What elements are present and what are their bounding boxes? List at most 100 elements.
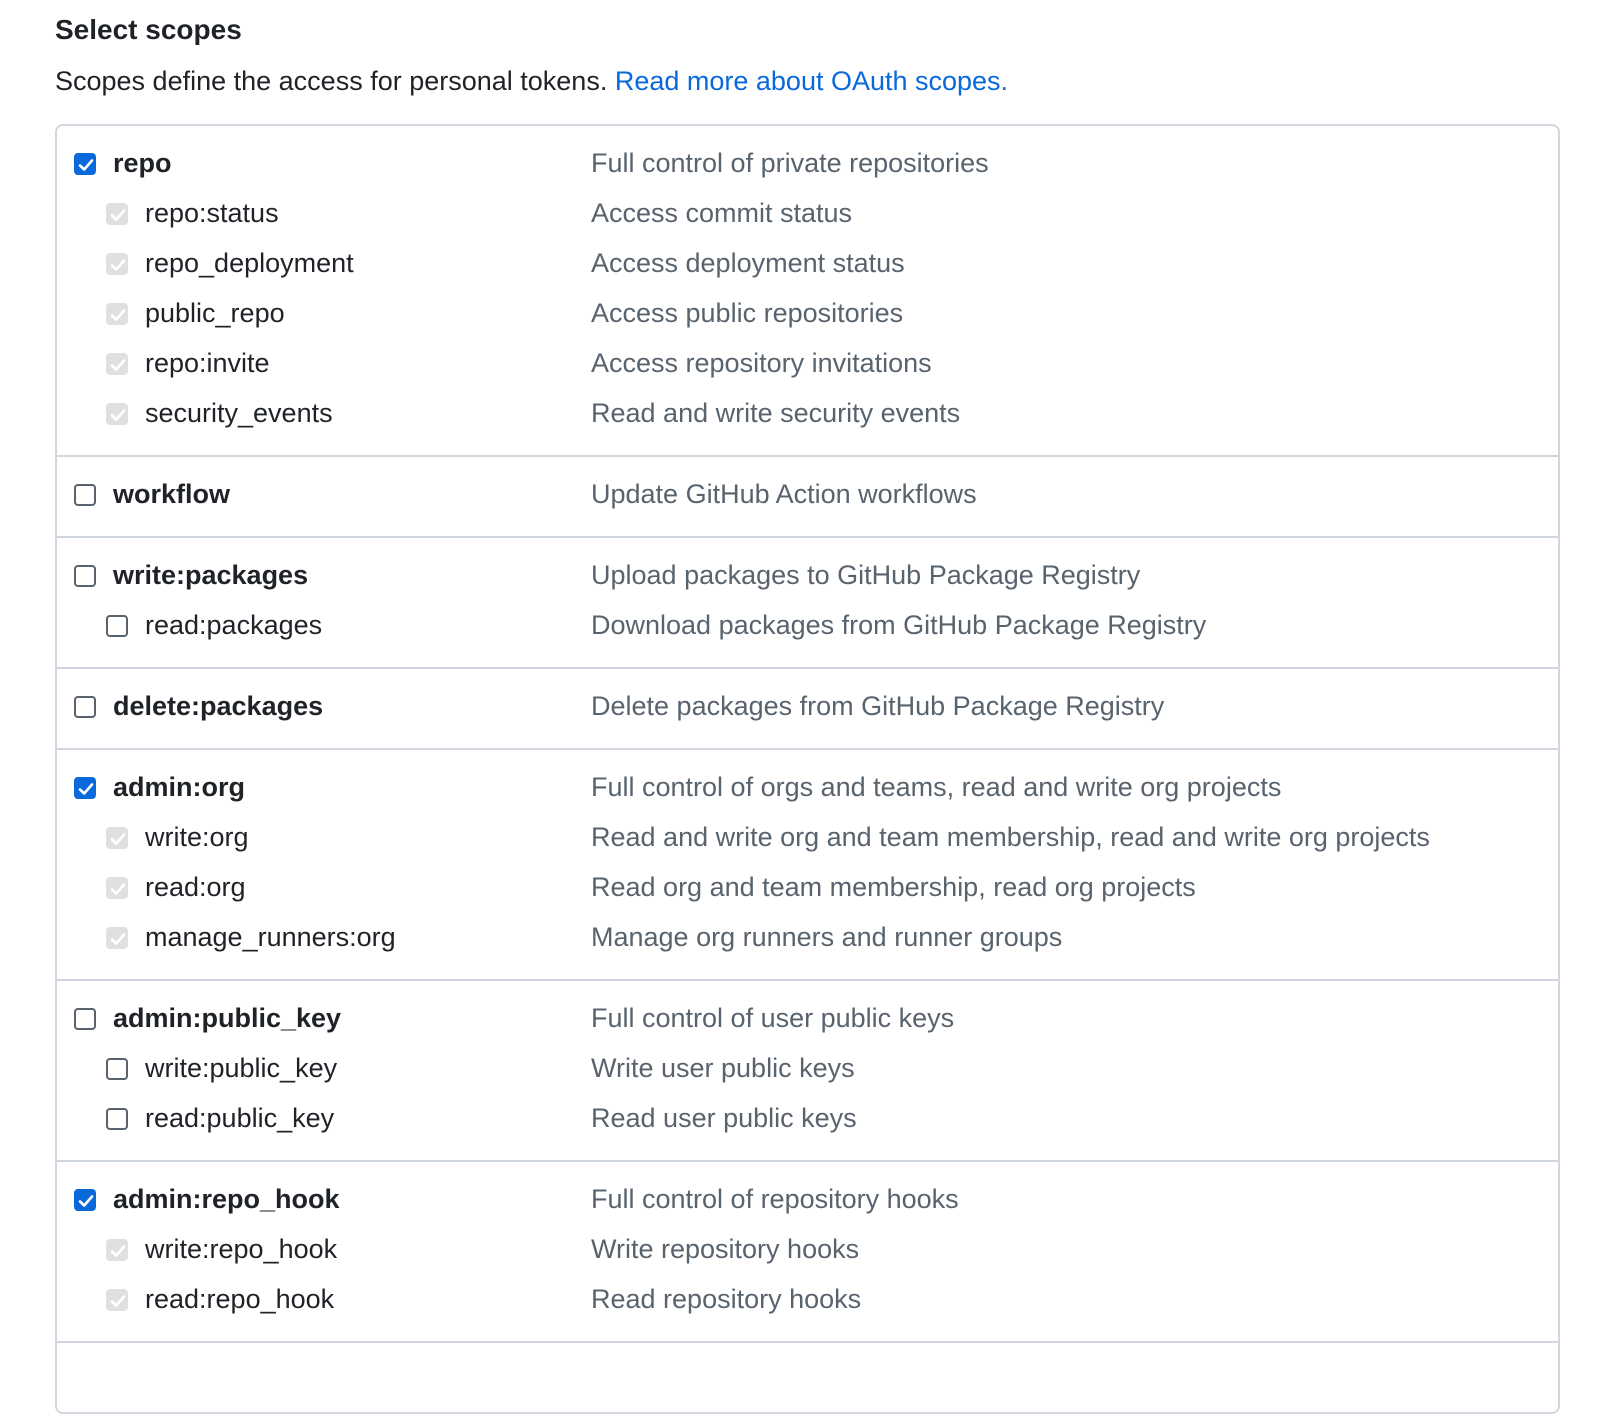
scope-checkbox[interactable]: [74, 153, 96, 175]
scope-name[interactable]: write:org: [145, 822, 249, 853]
scope-group: write:packages Upload packages to GitHub …: [57, 538, 1558, 669]
scope-checkbox[interactable]: [74, 777, 96, 799]
scope-description: Read user public keys: [591, 1103, 857, 1133]
scope-name[interactable]: read:packages: [145, 610, 322, 641]
scope-description: Write user public keys: [591, 1053, 855, 1083]
scope-name[interactable]: write:packages: [113, 560, 308, 591]
scope-checkbox[interactable]: [106, 1108, 128, 1130]
scope-group: admin:org Full control of orgs and teams,…: [57, 750, 1558, 981]
scope-description: Access commit status: [591, 198, 853, 228]
scope-name[interactable]: workflow: [113, 479, 230, 510]
scope-description: Full control of user public keys: [591, 1003, 955, 1033]
scope-row: delete:packages Delete packages from GitH…: [57, 685, 1558, 735]
sub-scope-row: repo:status Access commit status: [57, 192, 1558, 242]
scope-description: Full control of repository hooks: [591, 1184, 959, 1214]
sub-scope-row: repo_deployment Access deployment status: [57, 242, 1558, 292]
sub-scope-row: public_repo Access public repositories: [57, 292, 1558, 342]
sub-scope-row: read:org Read org and team membership, re…: [57, 866, 1558, 916]
scope-group: delete:packages Delete packages from GitH…: [57, 669, 1558, 750]
scope-description: Update GitHub Action workflows: [591, 479, 977, 509]
scope-row: workflow Update GitHub Action workflows: [57, 473, 1558, 523]
scope-row: admin:org Full control of orgs and teams,…: [57, 766, 1558, 816]
scope-checkbox[interactable]: [106, 1058, 128, 1080]
sub-scope-row: repo:invite Access repository invitations: [57, 342, 1558, 392]
sub-scope-row: read:repo_hook Read repository hooks: [57, 1278, 1558, 1328]
scope-name[interactable]: admin:repo_hook: [113, 1184, 340, 1215]
scope-group: admin:public_key Full control of user pub…: [57, 981, 1558, 1162]
checkmark-icon: [110, 209, 126, 221]
scope-description: Access deployment status: [591, 248, 905, 278]
scope-row: write:packages Upload packages to GitHub …: [57, 554, 1558, 604]
checkmark-icon: [78, 783, 94, 795]
scope-name[interactable]: read:repo_hook: [145, 1284, 334, 1315]
scope-row: admin:public_key Full control of user pub…: [57, 997, 1558, 1047]
oauth-scopes-link[interactable]: Read more about OAuth scopes.: [615, 66, 1008, 96]
sub-scope-row: write:public_key Write user public keys: [57, 1047, 1558, 1097]
scope-name[interactable]: public_repo: [145, 298, 285, 329]
scope-description: Upload packages to GitHub Package Regist…: [591, 560, 1141, 590]
checkmark-icon: [78, 1195, 94, 1207]
checkmark-icon: [110, 883, 126, 895]
sub-scope-row: read:packages Download packages from GitH…: [57, 604, 1558, 654]
scope-checkbox-implied: [106, 1289, 128, 1311]
scope-checkbox-implied: [106, 877, 128, 899]
sub-scope-row: read:public_key Read user public keys: [57, 1097, 1558, 1147]
sub-scope-row: security_events Read and write security e…: [57, 392, 1558, 442]
scope-description: Write repository hooks: [591, 1234, 860, 1264]
scope-checkbox-implied: [106, 403, 128, 425]
scope-group: admin:repo_hook Full control of repositor…: [57, 1162, 1558, 1343]
checkmark-icon: [110, 933, 126, 945]
scope-name[interactable]: admin:org: [113, 772, 245, 803]
checkmark-icon: [110, 259, 126, 271]
section-heading: Select scopes: [55, 14, 242, 45]
scope-name[interactable]: write:repo_hook: [145, 1234, 337, 1265]
scope-checkbox[interactable]: [106, 615, 128, 637]
checkmark-icon: [110, 409, 126, 421]
checkmark-icon: [110, 1295, 126, 1307]
scope-checkbox[interactable]: [74, 1189, 96, 1211]
scope-description: Read org and team membership, read org p…: [591, 872, 1196, 902]
scope-checkbox[interactable]: [74, 565, 96, 587]
scope-checkbox-implied: [106, 927, 128, 949]
checkmark-icon: [78, 159, 94, 171]
scope-group: workflow Update GitHub Action workflows: [57, 457, 1558, 538]
scope-name[interactable]: manage_runners:org: [145, 922, 396, 953]
scope-name[interactable]: delete:packages: [113, 691, 323, 722]
sub-scope-row: write:repo_hook Write repository hooks: [57, 1228, 1558, 1278]
scope-name[interactable]: read:public_key: [145, 1103, 334, 1134]
scope-description: Read and write security events: [591, 398, 961, 428]
scope-name[interactable]: repo: [113, 148, 172, 179]
scope-row: admin:repo_hook Full control of repositor…: [57, 1178, 1558, 1228]
scope-checkbox-implied: [106, 1239, 128, 1261]
scope-row: repo Full control of private repositories: [57, 142, 1558, 192]
scope-name[interactable]: repo:status: [145, 198, 279, 229]
scope-checkbox-implied: [106, 203, 128, 225]
checkmark-icon: [110, 309, 126, 321]
checkmark-icon: [110, 1245, 126, 1257]
scope-description: Manage org runners and runner groups: [591, 922, 1063, 952]
scope-description: Read repository hooks: [591, 1284, 862, 1314]
scope-checkbox[interactable]: [74, 484, 96, 506]
scope-name[interactable]: repo_deployment: [145, 248, 354, 279]
scope-description: Read and write org and team membership, …: [591, 822, 1430, 852]
intro-text: Scopes define the access for personal to…: [55, 66, 615, 96]
scopes-list: repo Full control of private repositories…: [55, 124, 1560, 1414]
intro-paragraph: Scopes define the access for personal to…: [55, 66, 1008, 97]
checkmark-icon: [110, 833, 126, 845]
scope-checkbox[interactable]: [74, 1008, 96, 1030]
scope-description: Full control of private repositories: [591, 148, 989, 178]
scope-name[interactable]: write:public_key: [145, 1053, 337, 1084]
scope-description: Access public repositories: [591, 298, 904, 328]
scope-checkbox-implied: [106, 303, 128, 325]
checkmark-icon: [110, 359, 126, 371]
scope-description: Access repository invitations: [591, 348, 932, 378]
scope-name[interactable]: read:org: [145, 872, 246, 903]
scope-checkbox[interactable]: [74, 696, 96, 718]
scope-checkbox-implied: [106, 353, 128, 375]
sub-scope-row: manage_runners:org Manage org runners and…: [57, 916, 1558, 966]
scope-name[interactable]: repo:invite: [145, 348, 270, 379]
scope-description: Download packages from GitHub Package Re…: [591, 610, 1207, 640]
scope-checkbox-implied: [106, 827, 128, 849]
scope-name[interactable]: security_events: [145, 398, 333, 429]
scope-name[interactable]: admin:public_key: [113, 1003, 341, 1034]
